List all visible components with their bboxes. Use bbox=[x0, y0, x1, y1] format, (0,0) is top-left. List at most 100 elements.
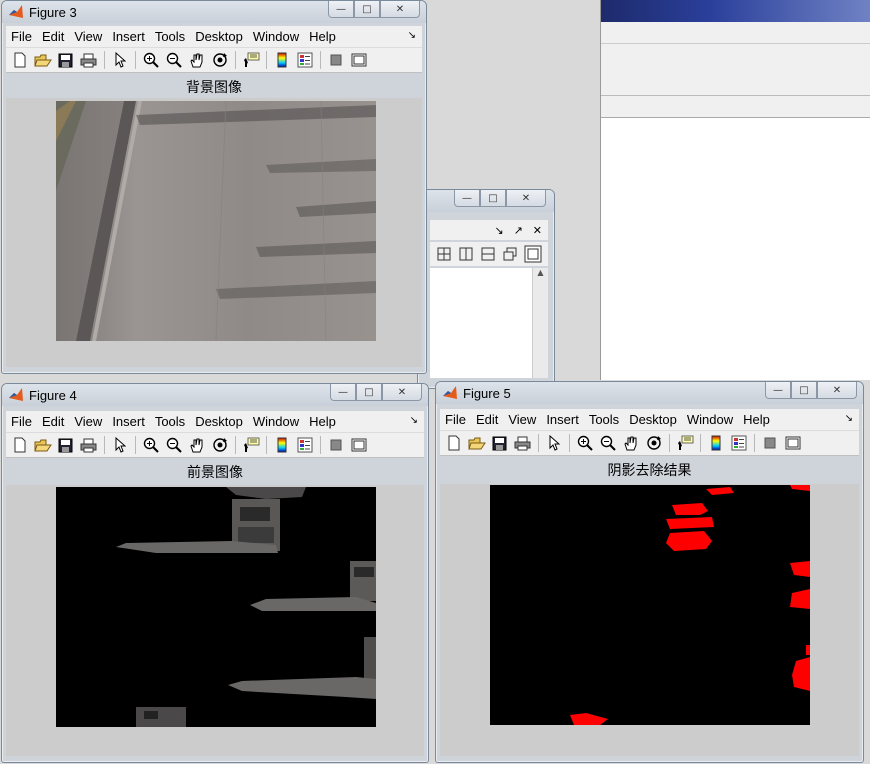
menu-insert[interactable]: Insert bbox=[107, 29, 150, 44]
menu-help[interactable]: Help bbox=[304, 29, 341, 44]
close-button[interactable]: ✕ bbox=[380, 1, 420, 18]
maximize-button[interactable]: □ bbox=[480, 190, 506, 207]
hide-plot-tools-icon[interactable] bbox=[326, 436, 345, 455]
pointer-icon[interactable] bbox=[110, 436, 129, 455]
colorbar-icon[interactable] bbox=[706, 434, 725, 453]
open-file-icon[interactable] bbox=[33, 436, 52, 455]
menu-edit[interactable]: Edit bbox=[37, 414, 69, 429]
menu-view[interactable]: View bbox=[503, 412, 541, 427]
save-icon[interactable] bbox=[490, 434, 509, 453]
pan-hand-icon[interactable] bbox=[621, 434, 640, 453]
zoom-in-icon[interactable] bbox=[141, 51, 160, 70]
menu-help[interactable]: Help bbox=[304, 414, 341, 429]
top-bottom-layout-icon[interactable] bbox=[480, 246, 496, 262]
data-cursor-icon[interactable] bbox=[241, 436, 260, 455]
menu-insert[interactable]: Insert bbox=[107, 414, 150, 429]
menu-tools[interactable]: Tools bbox=[150, 414, 190, 429]
dock-arrow-icon[interactable]: ↘ bbox=[845, 413, 853, 424]
close-button[interactable]: ✕ bbox=[382, 384, 422, 401]
colorbar-icon[interactable] bbox=[272, 436, 291, 455]
print-icon[interactable] bbox=[513, 434, 532, 453]
new-figure-icon[interactable] bbox=[10, 436, 29, 455]
maximize-button[interactable]: □ bbox=[354, 1, 380, 18]
menu-edit[interactable]: Edit bbox=[471, 412, 503, 427]
new-figure-icon[interactable] bbox=[444, 434, 463, 453]
figure-5-titlebar: Figure 5 — □ ✕ bbox=[436, 382, 863, 404]
zoom-in-icon[interactable] bbox=[575, 434, 594, 453]
minimize-button[interactable]: — bbox=[328, 1, 354, 18]
floating-layout-icon[interactable] bbox=[502, 246, 518, 262]
menu-help[interactable]: Help bbox=[738, 412, 775, 427]
hide-plot-tools-icon[interactable] bbox=[326, 51, 345, 70]
figure-canvas: 阴影去除结果 bbox=[440, 463, 859, 756]
menu-file[interactable]: File bbox=[440, 412, 471, 427]
hide-plot-tools-icon[interactable] bbox=[760, 434, 779, 453]
rotate-3d-icon[interactable] bbox=[644, 434, 663, 453]
menu-view[interactable]: View bbox=[69, 414, 107, 429]
toolbar-separator bbox=[235, 436, 236, 454]
pan-hand-icon[interactable] bbox=[187, 436, 206, 455]
background-matlab-window: — □ ✕ ↘ ↗ ✕ ▲ bbox=[417, 189, 555, 389]
zoom-out-icon[interactable] bbox=[164, 436, 183, 455]
panel-menu-icon[interactable]: ↘ bbox=[494, 224, 503, 237]
zoom-out-icon[interactable] bbox=[598, 434, 617, 453]
menu-insert[interactable]: Insert bbox=[541, 412, 584, 427]
toolbar-separator bbox=[538, 434, 539, 452]
data-cursor-icon[interactable] bbox=[675, 434, 694, 453]
dock-arrow-icon[interactable]: ↘ bbox=[408, 30, 416, 41]
menu-edit[interactable]: Edit bbox=[37, 29, 69, 44]
pointer-icon[interactable] bbox=[110, 51, 129, 70]
print-icon[interactable] bbox=[79, 51, 98, 70]
menu-file[interactable]: File bbox=[6, 29, 37, 44]
minimize-button[interactable]: — bbox=[454, 190, 480, 207]
menu-window[interactable]: Window bbox=[248, 29, 304, 44]
minimize-button[interactable]: — bbox=[330, 384, 356, 401]
open-file-icon[interactable] bbox=[33, 51, 52, 70]
left-right-layout-icon[interactable] bbox=[458, 246, 474, 262]
rotate-3d-icon[interactable] bbox=[210, 436, 229, 455]
close-button[interactable]: ✕ bbox=[506, 190, 546, 207]
grid-layout-icon[interactable] bbox=[436, 246, 452, 262]
menu-desktop[interactable]: Desktop bbox=[190, 29, 248, 44]
figure-toolbar bbox=[6, 433, 424, 458]
window-controls: — □ ✕ bbox=[454, 190, 546, 207]
show-plot-tools-icon[interactable] bbox=[783, 434, 802, 453]
save-icon[interactable] bbox=[56, 436, 75, 455]
print-icon[interactable] bbox=[79, 436, 98, 455]
show-plot-tools-icon[interactable] bbox=[349, 436, 368, 455]
vertical-scrollbar[interactable]: ▲ bbox=[532, 268, 548, 378]
menu-file[interactable]: File bbox=[6, 414, 37, 429]
rotate-3d-icon[interactable] bbox=[210, 51, 229, 70]
save-icon[interactable] bbox=[56, 51, 75, 70]
legend-icon[interactable] bbox=[295, 436, 314, 455]
zoom-out-icon[interactable] bbox=[164, 51, 183, 70]
colorbar-icon[interactable] bbox=[272, 51, 291, 70]
menu-view[interactable]: View bbox=[69, 29, 107, 44]
menu-desktop[interactable]: Desktop bbox=[624, 412, 682, 427]
maximize-layout-icon[interactable] bbox=[524, 245, 542, 263]
new-figure-icon[interactable] bbox=[10, 51, 29, 70]
menu-tools[interactable]: Tools bbox=[150, 29, 190, 44]
menu-window[interactable]: Window bbox=[248, 414, 304, 429]
pointer-icon[interactable] bbox=[544, 434, 563, 453]
background-app-tabs bbox=[601, 96, 870, 118]
window-title: Figure 5 bbox=[463, 385, 511, 401]
legend-icon[interactable] bbox=[295, 51, 314, 70]
panel-close-icon[interactable]: ✕ bbox=[533, 224, 542, 237]
maximize-button[interactable]: □ bbox=[791, 382, 817, 399]
legend-icon[interactable] bbox=[729, 434, 748, 453]
show-plot-tools-icon[interactable] bbox=[349, 51, 368, 70]
minimize-button[interactable]: — bbox=[765, 382, 791, 399]
pan-hand-icon[interactable] bbox=[187, 51, 206, 70]
open-file-icon[interactable] bbox=[467, 434, 486, 453]
maximize-button[interactable]: □ bbox=[356, 384, 382, 401]
data-cursor-icon[interactable] bbox=[241, 51, 260, 70]
menu-window[interactable]: Window bbox=[682, 412, 738, 427]
zoom-in-icon[interactable] bbox=[141, 436, 160, 455]
scroll-up-arrow-icon[interactable]: ▲ bbox=[533, 268, 548, 277]
undock-icon[interactable]: ↗ bbox=[514, 224, 523, 237]
close-button[interactable]: ✕ bbox=[817, 382, 857, 399]
dock-arrow-icon[interactable]: ↘ bbox=[410, 415, 418, 426]
menu-tools[interactable]: Tools bbox=[584, 412, 624, 427]
menu-desktop[interactable]: Desktop bbox=[190, 414, 248, 429]
